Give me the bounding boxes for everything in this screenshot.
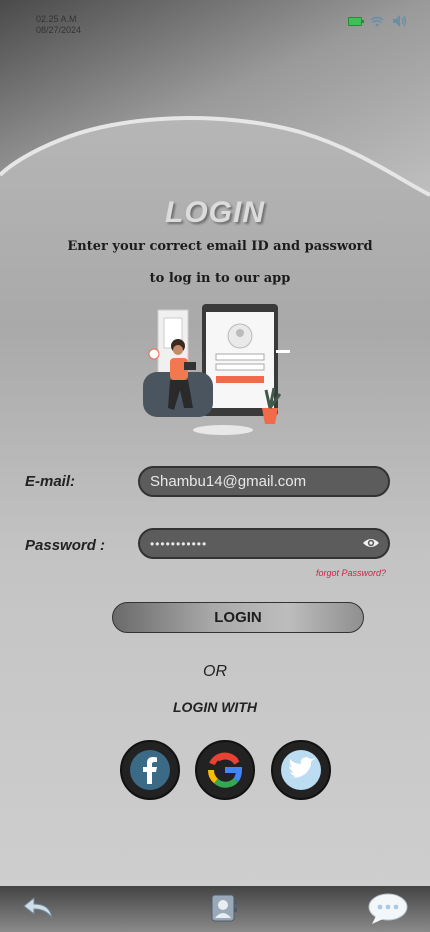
login-screen: 02.25 A.M 08/27/2024 LOGIN Enter your co… bbox=[0, 0, 430, 932]
subtitle-line-1: Enter your correct email ID and password bbox=[67, 239, 373, 254]
contacts-icon[interactable] bbox=[207, 892, 239, 924]
email-value: Shambu14@gmail.com bbox=[150, 473, 307, 490]
google-icon bbox=[208, 752, 243, 788]
wifi-icon bbox=[370, 16, 384, 26]
login-illustration bbox=[143, 304, 290, 435]
twitter-icon bbox=[281, 750, 321, 790]
page-title: LOGIN bbox=[165, 196, 265, 229]
password-label: Password : bbox=[25, 537, 106, 554]
or-divider-text: OR bbox=[203, 663, 227, 680]
status-date: 08/27/2024 bbox=[36, 25, 82, 35]
google-login-button[interactable] bbox=[195, 740, 255, 800]
status-clock: 02.25 A.M 08/27/2024 bbox=[36, 14, 81, 36]
subtitle-line-2: to log in to our app bbox=[149, 271, 291, 286]
bottom-navigation-bar bbox=[0, 886, 430, 932]
volume-icon bbox=[393, 15, 407, 27]
show-password-eye-icon[interactable] bbox=[362, 536, 380, 550]
login-with-heading: LOGIN WITH bbox=[173, 699, 257, 715]
password-field[interactable]: ••••••••••• bbox=[138, 528, 390, 559]
email-label: E-mail: bbox=[25, 473, 76, 490]
facebook-icon bbox=[130, 750, 170, 790]
status-time: 02.25 A.M bbox=[36, 14, 77, 24]
email-field[interactable]: Shambu14@gmail.com bbox=[138, 466, 390, 497]
battery-icon bbox=[348, 16, 364, 26]
back-arrow-icon[interactable] bbox=[22, 894, 60, 922]
status-icons bbox=[348, 14, 408, 28]
login-button-label: LOGIN bbox=[214, 609, 262, 626]
chat-bubble-icon[interactable] bbox=[366, 890, 410, 926]
login-button[interactable]: LOGIN bbox=[112, 602, 364, 633]
twitter-login-button[interactable] bbox=[271, 740, 331, 800]
password-value: ••••••••••• bbox=[150, 536, 208, 551]
facebook-login-button[interactable] bbox=[120, 740, 180, 800]
forgot-password-link[interactable]: forgot Password? bbox=[316, 568, 386, 578]
